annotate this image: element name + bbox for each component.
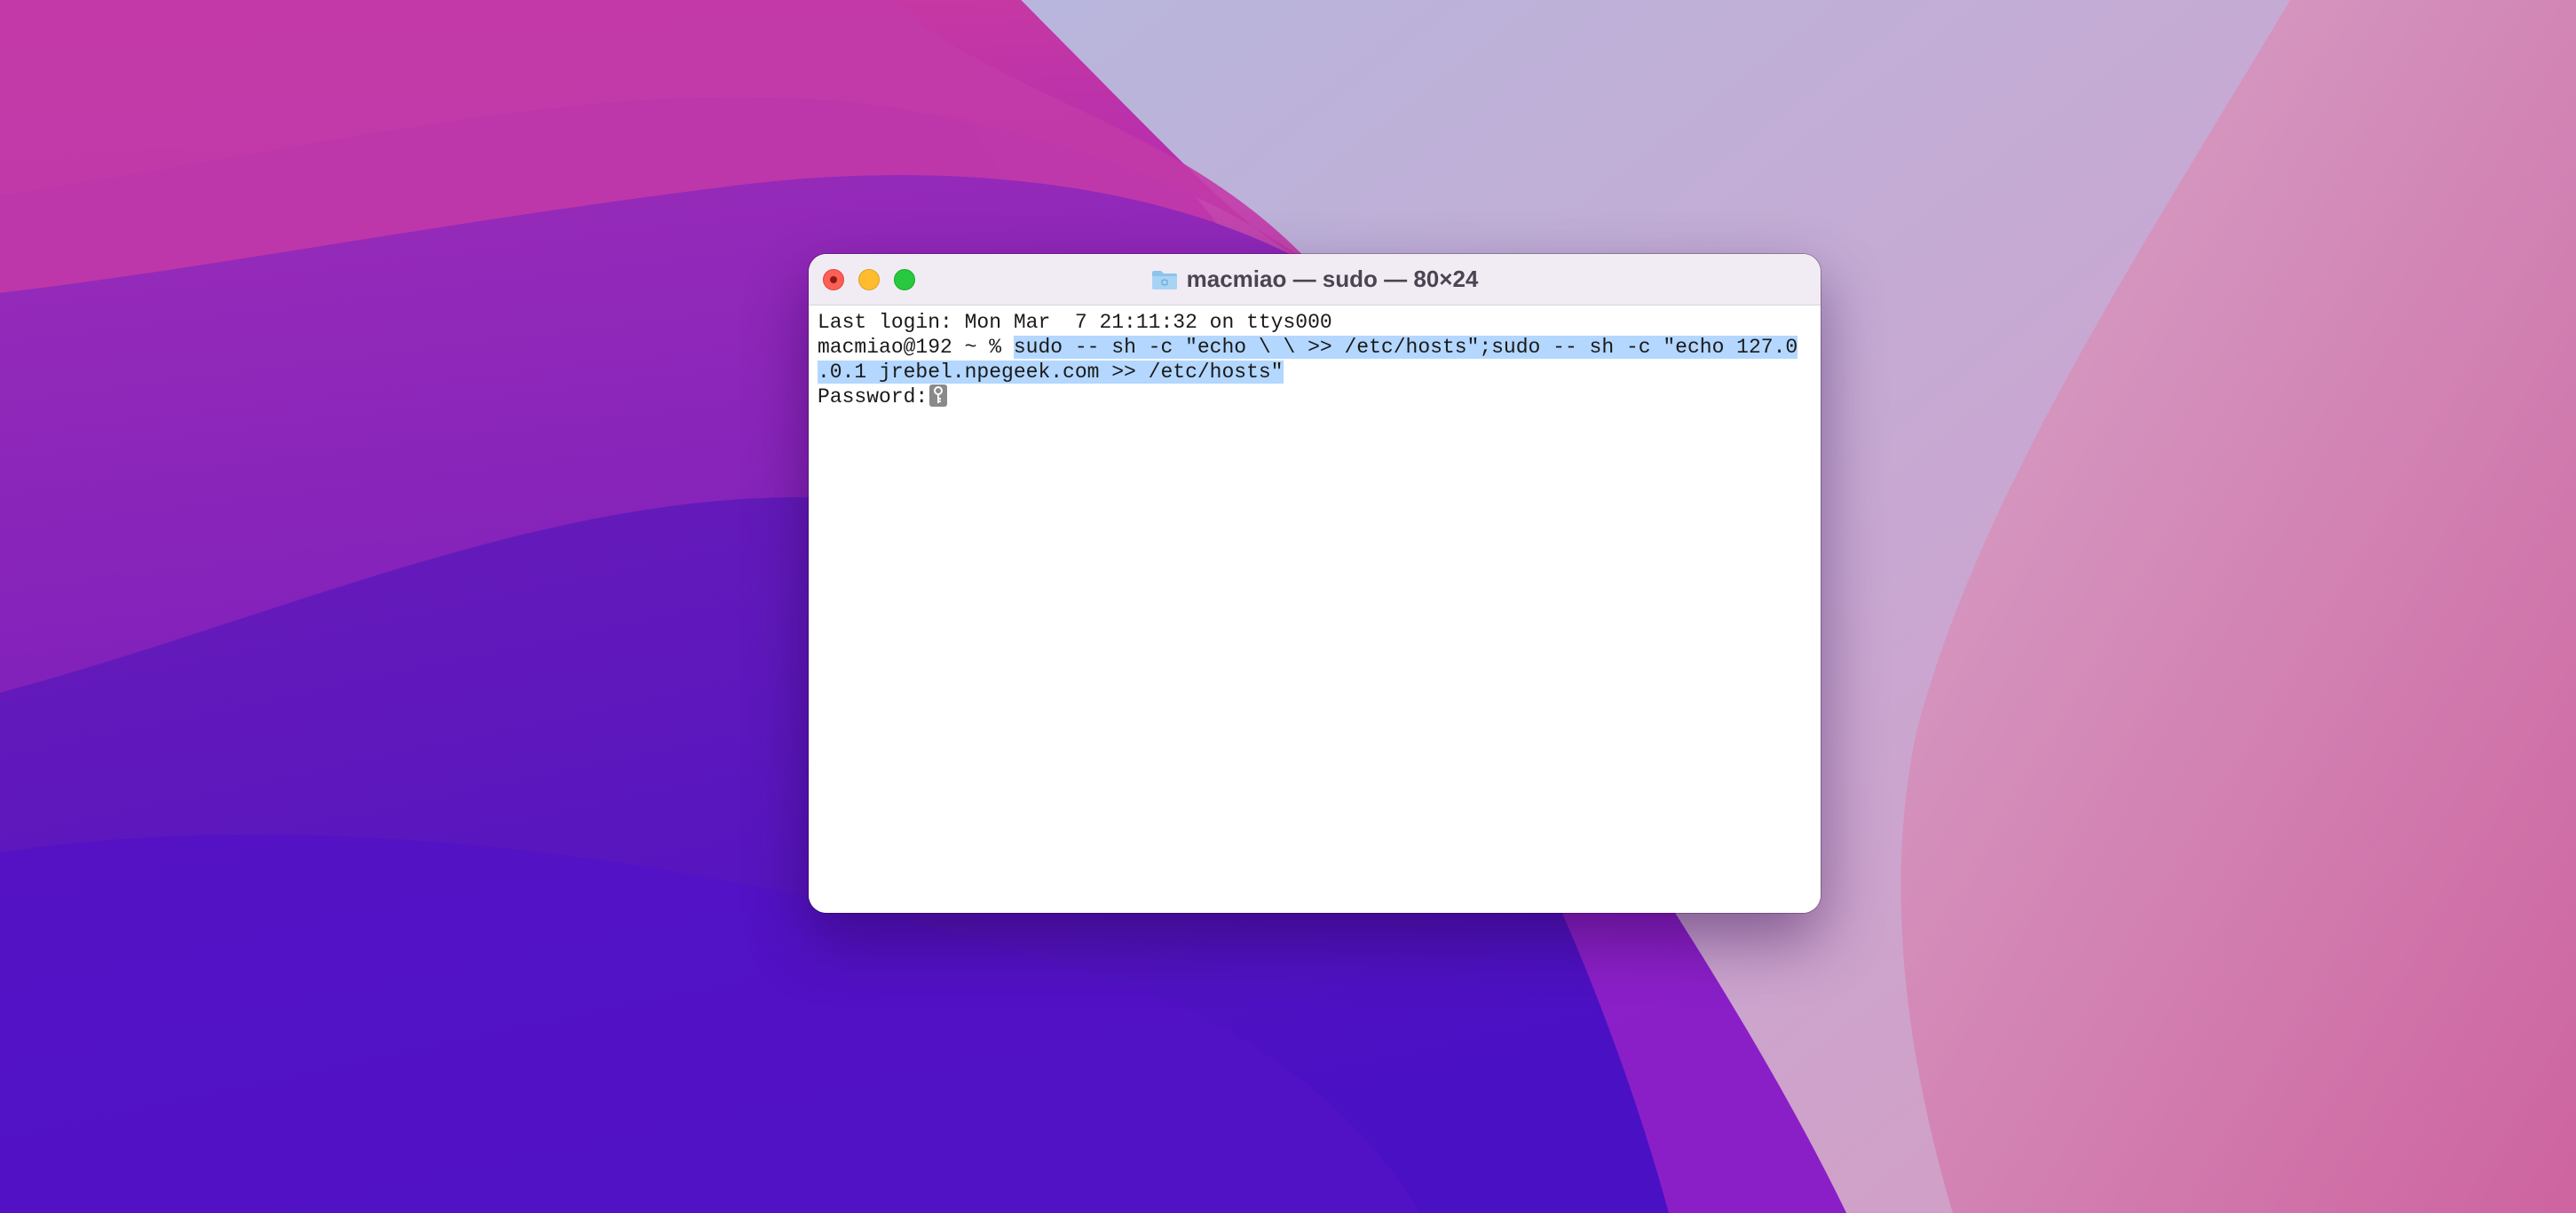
folder-icon [1151, 270, 1177, 289]
selected-command-part-2[interactable]: .0.1 jrebel.npegeek.com >> /etc/hosts" [818, 361, 1284, 384]
window-title-text: macmiao — sudo — 80×24 [1186, 266, 1479, 292]
command-line-2: .0.1 jrebel.npegeek.com >> /etc/hosts" [818, 360, 1284, 385]
window-title: macmiao — sudo — 80×24 [809, 254, 1821, 305]
terminal-content[interactable]: Last login: Mon Mar 7 21:11:32 on ttys00… [809, 305, 1821, 913]
last-login-line: Last login: Mon Mar 7 21:11:32 on ttys00… [818, 311, 1332, 334]
selected-command-part-1[interactable]: sudo -- sh -c "echo \ \ >> /etc/hosts";s… [1013, 336, 1798, 359]
key-cursor-icon [929, 385, 948, 407]
command-line-1: macmiao@192 ~ % sudo -- sh -c "echo \ \ … [818, 335, 1798, 360]
shell-prompt: macmiao@192 ~ % [818, 336, 1014, 359]
terminal-window[interactable]: macmiao — sudo — 80×24 Last login: Mon M… [809, 254, 1821, 913]
password-line: Password: [818, 385, 948, 409]
title-bar[interactable]: macmiao — sudo — 80×24 [809, 254, 1821, 305]
password-prompt: Password: [818, 385, 928, 408]
